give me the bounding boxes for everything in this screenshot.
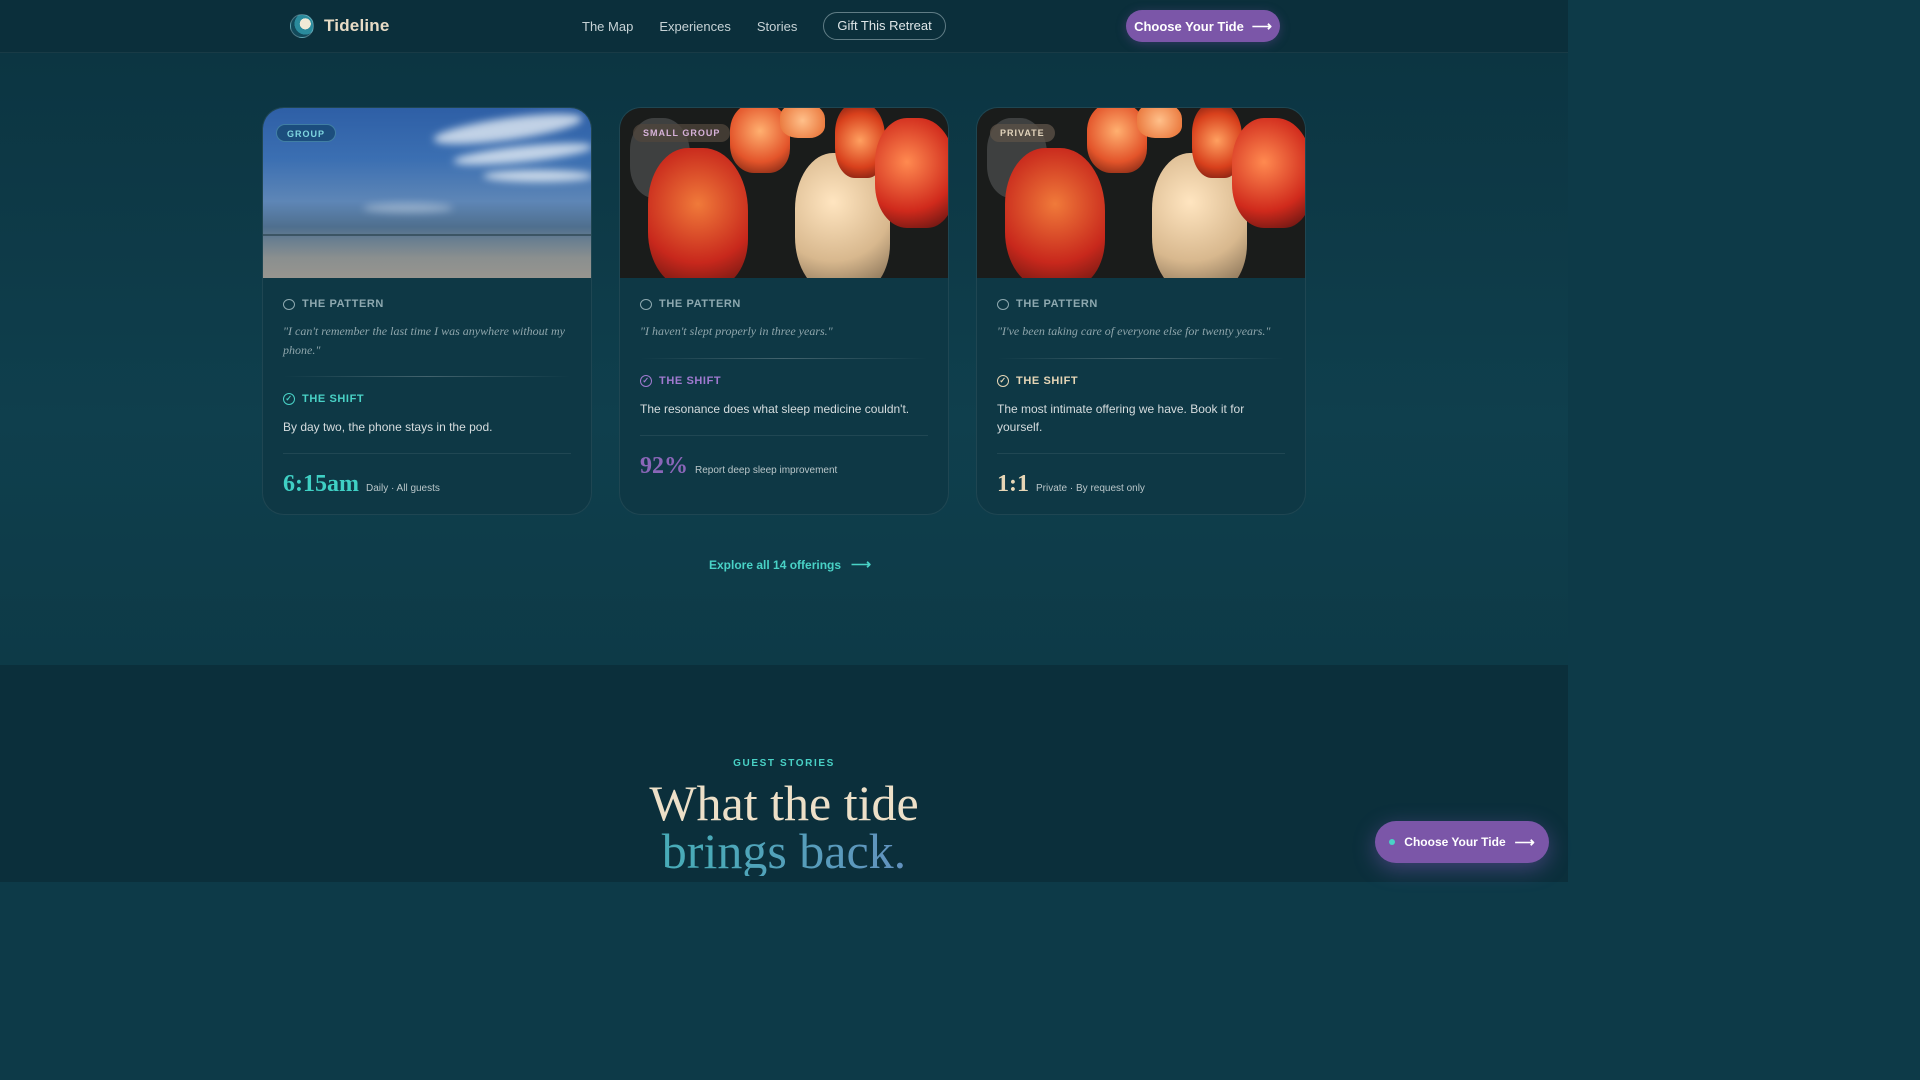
- stat-row: 92% Report deep sleep improvement: [640, 453, 928, 480]
- nav-link-stories[interactable]: Stories: [757, 19, 797, 34]
- top-nav: Tideline The Map Experiences Stories Gif…: [0, 0, 1568, 53]
- check-circle-icon: ✓: [997, 375, 1009, 387]
- pattern-heading: THE PATTERN: [283, 298, 571, 310]
- badge: SMALL GROUP: [633, 124, 731, 142]
- shift-label: THE SHIFT: [659, 375, 722, 387]
- check-circle-icon: ✓: [283, 393, 295, 405]
- shift-text: The most intimate offering we have. Book…: [997, 402, 1245, 434]
- status-dot-icon: [1389, 839, 1396, 845]
- pattern-heading: THE PATTERN: [640, 298, 928, 310]
- pattern-label: THE PATTERN: [659, 298, 741, 310]
- card-body: THE PATTERN "I've been taking care of ev…: [997, 278, 1285, 498]
- pattern-quote: "I've been taking care of everyone else …: [997, 324, 1271, 338]
- offering-card-private[interactable]: PRIVATE THE PATTERN "I've been taking ca…: [976, 107, 1306, 515]
- arrow-right-icon: ⟶: [1514, 833, 1535, 850]
- divider: [283, 376, 571, 377]
- stat-value: 1:1: [997, 471, 1029, 497]
- guest-stories-section: GUEST STORIES What the tide brings back.: [0, 665, 1568, 882]
- brand-name: Tideline: [324, 16, 390, 35]
- pattern-quote: "I haven't slept properly in three years…: [640, 324, 833, 338]
- nav-link-experiences[interactable]: Experiences: [659, 19, 731, 34]
- check-circle-icon: ✓: [640, 375, 652, 387]
- choose-your-tide-button[interactable]: Choose Your Tide ⟶: [1126, 10, 1280, 42]
- chat-bubble-icon: [283, 298, 295, 310]
- gift-retreat-button[interactable]: Gift This Retreat: [823, 12, 946, 40]
- floating-cta-label: Choose Your Tide: [1404, 835, 1506, 849]
- arrow-right-icon: ⟶: [851, 556, 872, 572]
- card-body: THE PATTERN "I can't remember the last t…: [283, 278, 571, 498]
- divider: [997, 453, 1285, 454]
- stat-row: 1:1 Private · By request only: [997, 471, 1285, 498]
- wave-logo-icon: [290, 14, 314, 38]
- nav-links: The Map Experiences Stories Gift This Re…: [582, 12, 946, 40]
- shift-text: The resonance does what sleep medicine c…: [640, 402, 910, 416]
- stories-title-line2: brings back.: [0, 826, 1568, 876]
- pattern-heading: THE PATTERN: [997, 298, 1285, 310]
- explore-offerings-link[interactable]: Explore all 14 offerings ⟶: [709, 556, 871, 573]
- shift-heading: ✓ THE SHIFT: [997, 375, 1285, 387]
- pattern-label: THE PATTERN: [1016, 298, 1098, 310]
- shift-text: By day two, the phone stays in the pod.: [283, 420, 493, 434]
- stories-title-line1: What the tide: [649, 775, 919, 831]
- stories-eyebrow: GUEST STORIES: [733, 758, 835, 769]
- floating-choose-your-tide-button[interactable]: Choose Your Tide ⟶: [1375, 821, 1549, 863]
- card-body: THE PATTERN "I haven't slept properly in…: [640, 278, 928, 480]
- shift-heading: ✓ THE SHIFT: [283, 393, 571, 405]
- nav-link-the-map[interactable]: The Map: [582, 19, 633, 34]
- stat-value: 92%: [640, 453, 688, 479]
- chat-bubble-icon: [997, 298, 1009, 310]
- shift-label: THE SHIFT: [302, 393, 365, 405]
- divider: [997, 358, 1285, 359]
- badge: PRIVATE: [990, 124, 1055, 142]
- cta-label: Choose Your Tide: [1134, 18, 1244, 34]
- divider: [640, 358, 928, 359]
- pattern-label: THE PATTERN: [302, 298, 384, 310]
- offering-card-small-group[interactable]: SMALL GROUP THE PATTERN "I haven't slept…: [619, 107, 949, 515]
- pattern-quote: "I can't remember the last time I was an…: [283, 324, 565, 357]
- logo[interactable]: Tideline: [290, 14, 390, 38]
- divider: [640, 435, 928, 436]
- shift-heading: ✓ THE SHIFT: [640, 375, 928, 387]
- offering-card-group[interactable]: GROUP THE PATTERN "I can't remember the …: [262, 107, 592, 515]
- arrow-right-icon: ⟶: [1251, 17, 1272, 34]
- stat-value: 6:15am: [283, 471, 359, 497]
- chat-bubble-icon: [640, 298, 652, 310]
- stat-description: Private · By request only: [1036, 483, 1145, 494]
- shift-label: THE SHIFT: [1016, 375, 1079, 387]
- badge: GROUP: [276, 124, 337, 142]
- stat-description: Report deep sleep improvement: [695, 465, 838, 476]
- stat-description: Daily · All guests: [365, 483, 440, 494]
- divider: [283, 453, 571, 454]
- explore-label: Explore all 14 offerings: [709, 557, 842, 572]
- stat-row: 6:15am Daily · All guests: [283, 471, 571, 498]
